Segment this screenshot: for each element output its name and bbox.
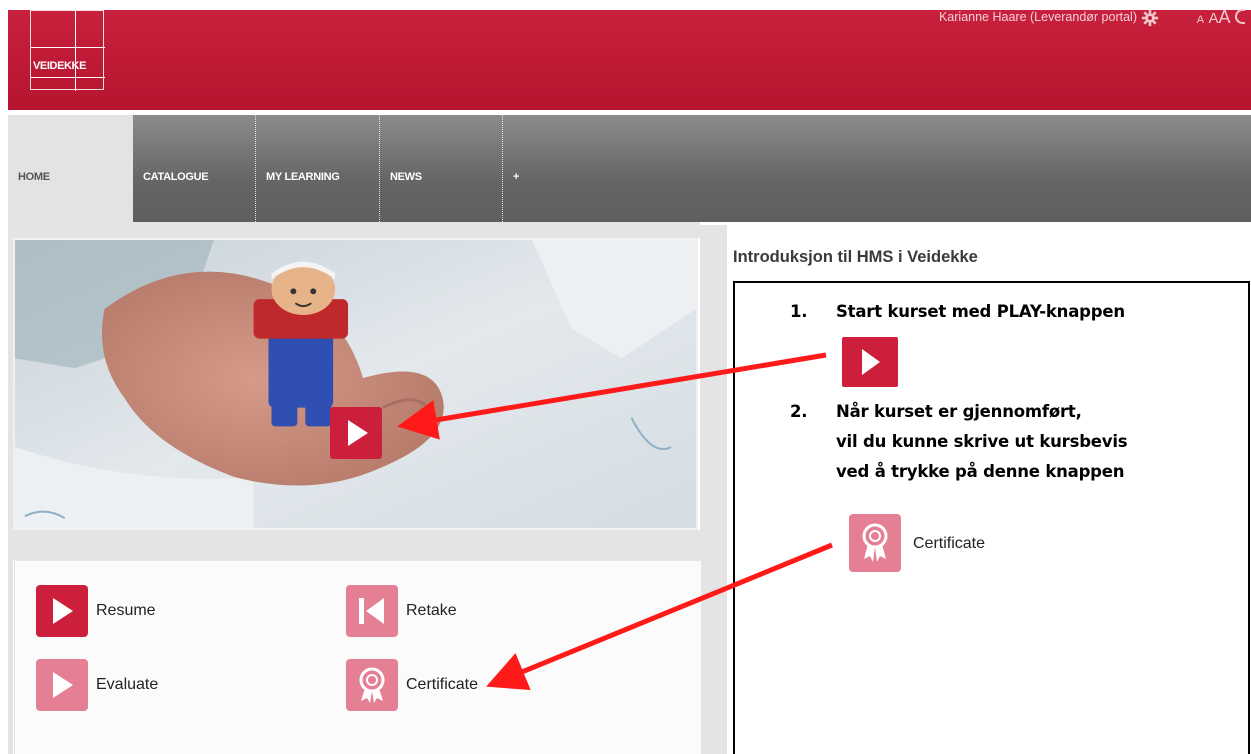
- play-button[interactable]: [330, 407, 382, 459]
- evaluate-play-icon: [36, 659, 88, 711]
- tab-my-learning[interactable]: MY LEARNING: [256, 115, 380, 222]
- row-gutter: [13, 530, 700, 560]
- play-button-example: [842, 337, 898, 387]
- certificate-example-label: Certificate: [913, 535, 986, 552]
- play-icon: [348, 420, 368, 446]
- resume-label: Resume: [96, 602, 156, 619]
- font-size-large[interactable]: A: [1219, 7, 1231, 27]
- tab-my-learning-label: MY LEARNING: [266, 171, 340, 183]
- font-size-controls: A AA: [1197, 7, 1245, 28]
- award-ribbon-icon: [346, 659, 398, 711]
- step-2-number: 2.: [790, 402, 808, 421]
- top-gutter: [13, 222, 700, 238]
- step-2-line-2: vil du kunne skrive ut kursbevis: [836, 432, 1128, 451]
- tab-news[interactable]: NEWS: [380, 115, 503, 222]
- font-size-small[interactable]: A: [1197, 14, 1204, 26]
- certificate-label: Certificate: [406, 676, 479, 693]
- tab-add-label: +: [513, 171, 520, 183]
- column-gutter: [700, 225, 727, 754]
- retake-label: Retake: [406, 602, 457, 619]
- main-navigation: HOME CATALOGUE MY LEARNING NEWS +: [8, 115, 1251, 222]
- gear-icon[interactable]: [1141, 9, 1159, 27]
- evaluate-label: Evaluate: [96, 676, 159, 693]
- step-2-line-1: Når kurset er gjennomført,: [836, 402, 1082, 421]
- step-1-text: Start kurset med PLAY-knappen: [836, 302, 1125, 321]
- tab-news-label: NEWS: [390, 171, 422, 183]
- logo-text: VEIDEKKE: [33, 60, 87, 72]
- video-thumbnail-image: [15, 240, 696, 528]
- site-header: VEIDEKKE Karianne Haare (Leverandør port…: [8, 7, 1251, 110]
- tab-home[interactable]: HOME: [8, 115, 133, 222]
- award-ribbon-icon: [849, 514, 901, 572]
- skip-back-icon: [346, 585, 398, 637]
- resume-play-icon: [36, 585, 88, 637]
- tab-add[interactable]: +: [503, 115, 563, 222]
- course-video-preview[interactable]: [13, 238, 698, 530]
- font-size-medium[interactable]: A: [1209, 10, 1219, 27]
- step-2-line-3: ved å trykke på denne knappen: [836, 462, 1125, 481]
- contrast-toggle-icon[interactable]: [1235, 9, 1245, 24]
- tab-catalogue-label: CATALOGUE: [143, 171, 209, 183]
- tab-catalogue[interactable]: CATALOGUE: [133, 115, 256, 222]
- user-name-label[interactable]: Karianne Haare (Leverandør portal): [939, 10, 1137, 24]
- course-actions-panel: Resume Retake Evaluate Certificate: [14, 560, 702, 754]
- step-1-number: 1.: [790, 302, 808, 321]
- play-icon: [862, 349, 880, 375]
- instructions-box: [733, 281, 1250, 754]
- tab-home-label: HOME: [18, 171, 50, 183]
- veidekke-logo[interactable]: VEIDEKKE: [30, 10, 105, 91]
- course-title: Introduksjon til HMS i Veidekke: [733, 248, 978, 266]
